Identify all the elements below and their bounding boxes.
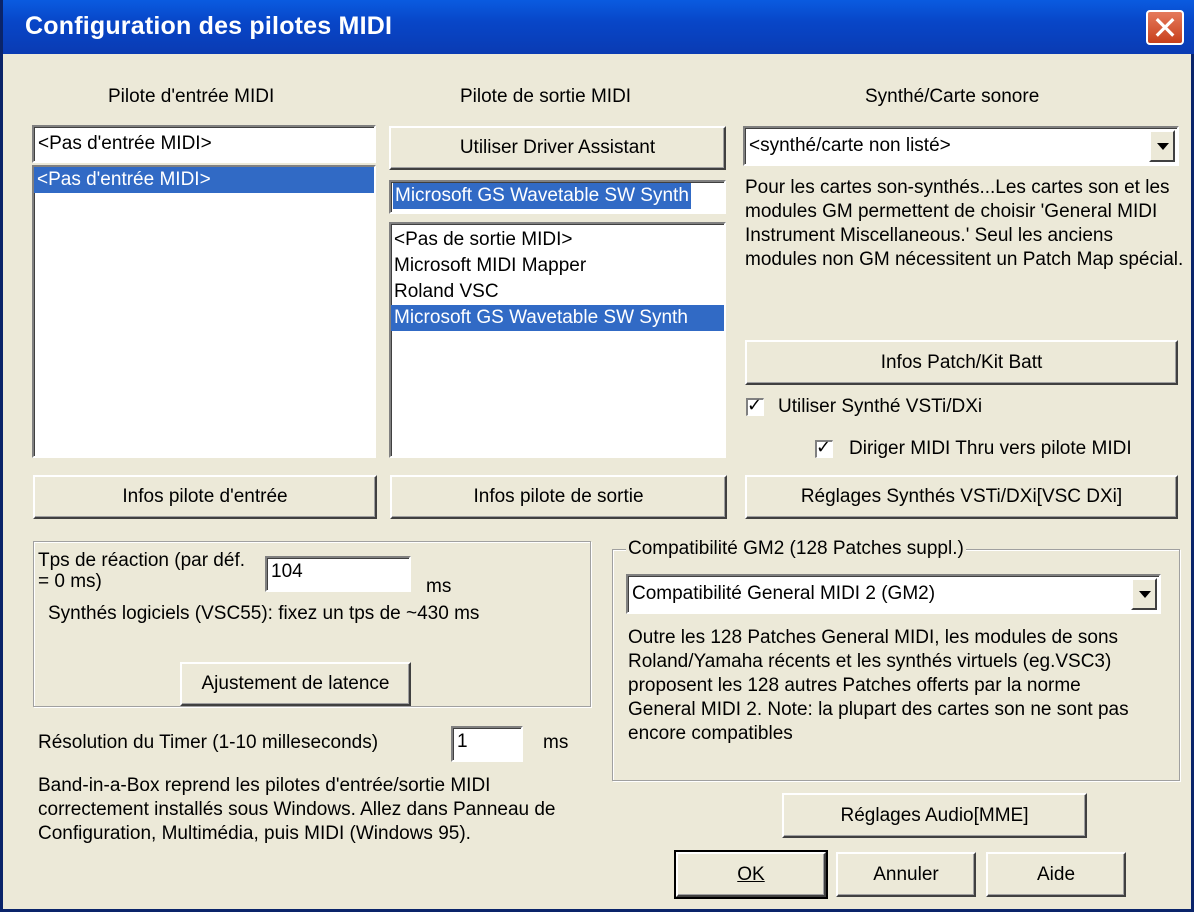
ok-label: OK xyxy=(737,863,765,885)
footer-note: Band-in-a-Box reprend les pilotes d'entr… xyxy=(38,775,556,844)
use-vsti-checkbox[interactable]: ✓ xyxy=(746,395,764,416)
midi-thru-checkbox[interactable]: ✓ xyxy=(815,437,833,458)
close-button[interactable]: ✕ xyxy=(1146,9,1184,47)
latency-hint: Synthés logiciels (VSC55): fixez un tps … xyxy=(48,603,480,624)
input-driver-current: <Pas d'entrée MIDI> xyxy=(38,133,212,154)
checkmark-icon: ✓ xyxy=(816,437,832,458)
gm2-description: Outre les 128 Patches General MIDI, les … xyxy=(628,627,1129,744)
close-icon: ✕ xyxy=(1151,9,1179,47)
cancel-button[interactable]: Annuler xyxy=(836,852,976,897)
latency-label: Tps de réaction (par déf. = 0 ms) xyxy=(38,550,245,592)
list-item[interactable]: Microsoft GS Wavetable SW Synth xyxy=(391,305,724,331)
latency-adjust-button[interactable]: Ajustement de latence xyxy=(180,662,411,706)
ok-button[interactable]: OK xyxy=(674,850,828,899)
midi-thru-label: Diriger MIDI Thru vers pilote MIDI xyxy=(849,438,1132,459)
dropdown-arrow[interactable] xyxy=(1149,130,1175,162)
latency-input[interactable]: 104 xyxy=(265,556,411,592)
timer-value: 1 xyxy=(457,731,468,752)
timer-input[interactable]: 1 xyxy=(451,726,523,762)
timer-unit: ms xyxy=(543,732,569,753)
audio-settings-button[interactable]: Réglages Audio[MME] xyxy=(782,793,1087,838)
output-driver-current: Microsoft GS Wavetable SW Synth xyxy=(393,183,691,209)
driver-assistant-button[interactable]: Utiliser Driver Assistant xyxy=(389,126,726,170)
input-driver-heading: Pilote d'entrée MIDI xyxy=(108,86,275,107)
help-button[interactable]: Aide xyxy=(986,852,1126,897)
input-driver-field[interactable]: <Pas d'entrée MIDI> xyxy=(32,125,376,163)
latency-value: 104 xyxy=(271,561,303,582)
gm2-dropdown[interactable]: Compatibilité General MIDI 2 (GM2) xyxy=(626,574,1161,614)
gm2-group-label: Compatibilité GM2 (128 Patches suppl.) xyxy=(626,538,966,560)
midi-driver-dialog: Configuration des pilotes MIDI ✕ Pilote … xyxy=(0,0,1194,912)
gm2-selected: Compatibilité General MIDI 2 (GM2) xyxy=(632,583,936,604)
synth-description: Pour les cartes son-synthés...Les cartes… xyxy=(745,177,1184,270)
help-label: Aide xyxy=(1036,863,1076,885)
chevron-down-icon xyxy=(1139,591,1151,598)
chevron-down-icon xyxy=(1157,143,1169,150)
output-info-button[interactable]: Infos pilote de sortie xyxy=(390,475,727,519)
synth-heading: Synthé/Carte sonore xyxy=(865,86,1040,107)
checkmark-icon: ✓ xyxy=(747,395,763,416)
dropdown-arrow[interactable] xyxy=(1131,578,1157,610)
use-vsti-label: Utiliser Synthé VSTi/DXi xyxy=(778,396,983,417)
output-driver-field[interactable]: Microsoft GS Wavetable SW Synth xyxy=(389,180,726,214)
dialog-title: Configuration des pilotes MIDI xyxy=(25,12,393,40)
title-bar[interactable]: Configuration des pilotes MIDI ✕ xyxy=(3,0,1194,54)
output-driver-heading: Pilote de sortie MIDI xyxy=(460,86,632,107)
input-info-button[interactable]: Infos pilote d'entrée xyxy=(33,475,377,519)
list-item[interactable]: <Pas d'entrée MIDI> xyxy=(34,167,374,193)
synth-selected: <synthé/carte non listé> xyxy=(749,135,951,156)
latency-unit: ms xyxy=(426,576,452,597)
list-item[interactable]: <Pas de sortie MIDI> xyxy=(391,227,724,253)
input-driver-list[interactable]: <Pas d'entrée MIDI> xyxy=(32,165,376,458)
output-driver-list[interactable]: <Pas de sortie MIDI> Microsoft MIDI Mapp… xyxy=(389,222,726,458)
cancel-label: Annuler xyxy=(873,863,939,885)
synth-dropdown[interactable]: <synthé/carte non listé> xyxy=(743,126,1179,166)
patch-info-button[interactable]: Infos Patch/Kit Batt xyxy=(745,340,1178,385)
vsti-settings-button[interactable]: Réglages Synthés VSTi/DXi[VSC DXi] xyxy=(745,475,1178,519)
timer-label: Résolution du Timer (1-10 milleseconds) xyxy=(38,732,379,753)
list-item[interactable]: Microsoft MIDI Mapper xyxy=(391,253,724,279)
list-item[interactable]: Roland VSC xyxy=(391,279,724,305)
